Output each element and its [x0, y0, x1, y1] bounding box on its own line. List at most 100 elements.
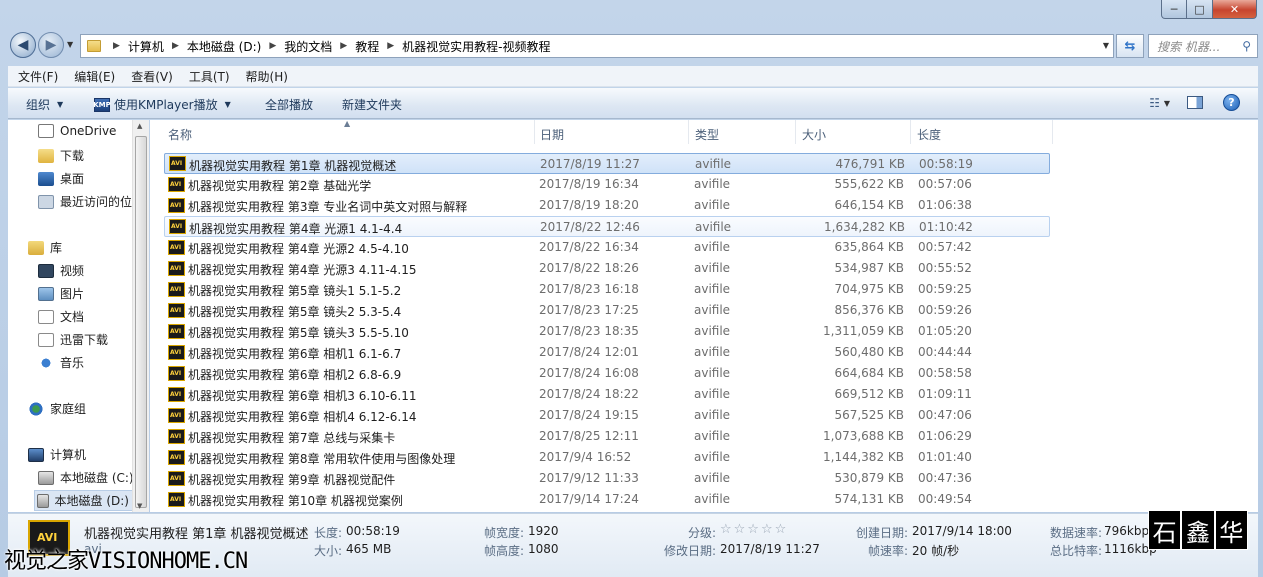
folder-icon — [87, 40, 101, 52]
drive-icon — [38, 470, 54, 485]
file-row[interactable]: 机器视觉实用教程 第6章 相机3 6.10-6.11 2017/8/24 18:… — [164, 384, 1050, 405]
file-row[interactable]: 机器视觉实用教程 第4章 光源1 4.1-4.4 2017/8/22 12:46… — [164, 216, 1050, 237]
file-row[interactable]: 机器视觉实用教程 第8章 常用软件使用与图像处理 2017/9/4 16:52 … — [164, 447, 1050, 468]
details-length: 00:58:19 — [346, 524, 400, 538]
recent-pages-dropdown[interactable]: ▼ — [67, 40, 73, 49]
address-bar[interactable]: ▶ 计算机 ▶ 本地磁盘 (D:) ▶ 我的文档 ▶ 教程 ▶ 机器视觉实用教程… — [80, 34, 1114, 58]
avi-file-icon — [168, 387, 185, 402]
column-date[interactable]: 日期 — [540, 126, 564, 143]
file-row[interactable]: 机器视觉实用教程 第5章 镜头3 5.5-5.10 2017/8/23 18:3… — [164, 321, 1050, 342]
homegroup-icon — [28, 401, 44, 416]
file-row[interactable]: 机器视觉实用教程 第5章 镜头2 5.3-5.4 2017/8/23 17:25… — [164, 300, 1050, 321]
nav-homegroup[interactable]: 家庭组 — [28, 400, 86, 417]
breadcrumb-item[interactable]: 计算机 — [128, 38, 164, 55]
new-folder-button[interactable]: 新建文件夹 — [342, 96, 402, 113]
breadcrumb-item[interactable]: 机器视觉实用教程-视频教程 — [402, 38, 550, 55]
desktop-icon — [38, 171, 54, 186]
file-row[interactable]: 机器视觉实用教程 第6章 相机1 6.1-6.7 2017/8/24 12:01… — [164, 342, 1050, 363]
file-row[interactable]: 机器视觉实用教程 第5章 镜头1 5.1-5.2 2017/8/23 16:18… — [164, 279, 1050, 300]
nav-drive-d[interactable]: 本地磁盘 (D:) — [34, 490, 132, 511]
file-row[interactable]: 机器视觉实用教程 第9章 机器视觉配件 2017/9/12 11:33 avif… — [164, 468, 1050, 489]
avi-file-icon — [168, 366, 185, 381]
video-library-icon — [38, 263, 54, 278]
refresh-icon: ⇆ — [1124, 38, 1136, 54]
chevron-right-icon[interactable]: ▶ — [172, 41, 179, 51]
chevron-right-icon[interactable]: ▶ — [269, 41, 276, 51]
column-divider[interactable] — [1052, 120, 1053, 144]
nav-onedrive[interactable]: OneDrive — [38, 124, 116, 138]
chevron-right-icon[interactable]: ▶ — [387, 41, 394, 51]
search-input[interactable]: 搜索 机器... ⚲ — [1148, 34, 1258, 58]
menu-view[interactable]: 查看(V) — [131, 68, 173, 85]
forward-button[interactable]: ▶ — [38, 32, 64, 58]
preview-pane-icon[interactable] — [1187, 96, 1203, 109]
file-row[interactable]: 机器视觉实用教程 第6章 相机4 6.12-6.14 2017/8/24 19:… — [164, 405, 1050, 426]
nav-scrollbar[interactable]: ▲ ▼ — [132, 120, 149, 512]
nav-recent-places[interactable]: 最近访问的位 — [38, 193, 132, 210]
nav-drive-c[interactable]: 本地磁盘 (C:) — [38, 469, 132, 486]
nav-computer[interactable]: 计算机 — [28, 446, 86, 463]
menu-tools[interactable]: 工具(T) — [189, 68, 230, 85]
file-list: ▲ 名称 日期 类型 大小 长度 机器视觉实用教程 第1章 机器视觉概述 201… — [150, 119, 1258, 512]
details-frame-width: 1920 — [528, 524, 559, 538]
column-size[interactable]: 大小 — [802, 126, 826, 143]
nav-downloads[interactable]: 下载 — [38, 147, 84, 164]
close-button[interactable]: ✕ — [1213, 0, 1257, 19]
chevron-right-icon[interactable]: ▶ — [340, 41, 347, 51]
nav-videos[interactable]: 视频 — [38, 262, 84, 279]
menu-help[interactable]: 帮助(H) — [246, 68, 288, 85]
file-row[interactable]: 机器视觉实用教程 第3章 专业名词中英文对照与解释 2017/8/19 18:2… — [164, 195, 1050, 216]
avi-file-icon — [168, 282, 185, 297]
file-row[interactable]: 机器视觉实用教程 第10章 机器视觉案例 2017/9/14 17:24 avi… — [164, 489, 1050, 510]
address-row: ◀ ▶ ▼ ▶ 计算机 ▶ 本地磁盘 (D:) ▶ 我的文档 ▶ 教程 ▶ 机器… — [8, 30, 1258, 60]
breadcrumb-item[interactable]: 教程 — [355, 38, 379, 55]
column-divider[interactable] — [534, 120, 535, 144]
navigation-pane: OneDrive 下载 桌面 最近访问的位 库 视频 图片 文档 迅雷下载 音乐… — [8, 120, 132, 512]
arrow-left-icon: ◀ — [17, 37, 29, 53]
avi-file-icon — [168, 240, 185, 255]
file-row[interactable]: 机器视觉实用教程 第4章 光源3 4.11-4.15 2017/8/22 18:… — [164, 258, 1050, 279]
file-row[interactable]: 机器视觉实用教程 第4章 光源2 4.5-4.10 2017/8/22 16:3… — [164, 237, 1050, 258]
avi-file-icon — [168, 324, 185, 339]
back-button[interactable]: ◀ — [10, 32, 36, 58]
maximize-button[interactable]: □ — [1187, 0, 1213, 19]
scroll-down-icon[interactable]: ▼ — [137, 502, 142, 510]
file-row[interactable]: 机器视觉实用教程 第1章 机器视觉概述 2017/8/19 11:27 avif… — [164, 153, 1050, 174]
chevron-down-icon[interactable]: ▼ — [1164, 99, 1170, 108]
play-all-button[interactable]: 全部播放 — [265, 96, 313, 113]
chevron-right-icon[interactable]: ▶ — [113, 41, 120, 51]
kmplayer-icon: KMP — [93, 97, 111, 112]
menu-file[interactable]: 文件(F) — [18, 68, 58, 85]
column-type[interactable]: 类型 — [695, 126, 719, 143]
view-options-icon[interactable]: ☷ — [1149, 96, 1160, 110]
column-divider[interactable] — [688, 120, 689, 144]
help-icon[interactable]: ? — [1223, 94, 1240, 111]
menu-edit[interactable]: 编辑(E) — [74, 68, 115, 85]
column-divider[interactable] — [910, 120, 911, 144]
nav-documents[interactable]: 文档 — [38, 308, 84, 325]
avi-file-icon — [169, 219, 186, 234]
file-row[interactable]: 机器视觉实用教程 第2章 基础光学 2017/8/19 16:34 avifil… — [164, 174, 1050, 195]
rating-stars[interactable]: ☆☆☆☆☆ — [720, 522, 788, 537]
file-row[interactable]: 机器视觉实用教程 第6章 相机2 6.8-6.9 2017/8/24 16:08… — [164, 363, 1050, 384]
chevron-down-icon[interactable]: ▼ — [1103, 41, 1109, 50]
play-with-kmplayer-button[interactable]: KMP 使用KMPlayer播放 ▼ — [93, 96, 231, 113]
nav-desktop[interactable]: 桌面 — [38, 170, 84, 187]
nav-xunlei-downloads[interactable]: 迅雷下载 — [38, 331, 108, 348]
search-icon: ⚲ — [1242, 39, 1251, 53]
scroll-up-icon[interactable]: ▲ — [137, 122, 142, 130]
nav-music[interactable]: 音乐 — [38, 354, 84, 371]
file-row[interactable]: 机器视觉实用教程 第7章 总线与采集卡 2017/8/25 12:11 avif… — [164, 426, 1050, 447]
scrollbar-thumb[interactable] — [135, 136, 147, 508]
column-length[interactable]: 长度 — [917, 126, 941, 143]
breadcrumb-item[interactable]: 我的文档 — [284, 38, 332, 55]
minimize-button[interactable]: ─ — [1161, 0, 1187, 19]
details-data-rate: 796kbp — [1104, 524, 1150, 538]
nav-pictures[interactable]: 图片 — [38, 285, 84, 302]
breadcrumb-item[interactable]: 本地磁盘 (D:) — [187, 38, 261, 55]
column-divider[interactable] — [795, 120, 796, 144]
nav-libraries[interactable]: 库 — [28, 239, 62, 256]
organize-button[interactable]: 组织 ▼ — [26, 96, 63, 113]
column-name[interactable]: 名称 — [168, 126, 192, 143]
refresh-button[interactable]: ⇆ — [1116, 34, 1144, 58]
